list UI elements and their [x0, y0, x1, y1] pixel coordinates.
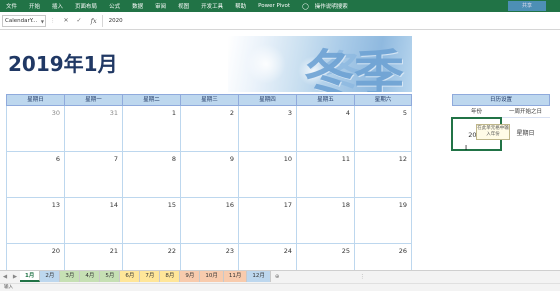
calendar-day-cell[interactable]: 30 — [6, 106, 64, 152]
weekday-header[interactable]: 星期五 — [296, 94, 354, 106]
formula-input[interactable]: 2020 — [101, 14, 560, 27]
weekday-header[interactable]: 星期六 — [354, 94, 412, 106]
sheet-tab-jun[interactable]: 6月 — [120, 271, 141, 282]
sheet-tab-aug[interactable]: 8月 — [160, 271, 181, 282]
sheet-tab-sep[interactable]: 9月 — [180, 271, 201, 282]
name-box[interactable]: CalendarY... ▼ — [2, 14, 46, 27]
ribbon-tab-bar: 文件 开始 插入 页面布局 公式 数据 审阅 视图 开发工具 帮助 Power … — [0, 0, 560, 12]
status-mode: 输入 — [4, 285, 13, 290]
lightbulb-icon: ◯ — [302, 2, 309, 10]
text-cursor-icon: I — [465, 144, 468, 152]
enter-icon[interactable]: ✓ — [77, 17, 82, 24]
sheet-tab-mar[interactable]: 3月 — [60, 271, 81, 282]
status-bar: 输入 — [0, 283, 560, 291]
ribbon-tab-insert[interactable]: 插入 — [46, 2, 69, 10]
ribbon-tab-page-layout[interactable]: 页面布局 — [69, 2, 103, 10]
calendar-week-row: 6 7 8 9 10 11 12 — [6, 152, 412, 198]
calendar-day-cell[interactable]: 17 — [238, 198, 296, 244]
calendar-day-cell[interactable]: 2 — [180, 106, 238, 152]
calendar-day-cell[interactable]: 16 — [180, 198, 238, 244]
weekday-header[interactable]: 星期二 — [122, 94, 180, 106]
sheet-tab-feb[interactable]: 2月 — [40, 271, 61, 282]
sheet-tab-jul[interactable]: 7月 — [140, 271, 161, 282]
calendar-day-cell[interactable]: 3 — [238, 106, 296, 152]
weekday-header[interactable]: 星期日 — [6, 94, 64, 106]
calendar-title: 2019年1月 — [8, 52, 118, 76]
calendar-week-row: 30 31 1 2 3 4 5 — [6, 106, 412, 152]
weekday-header[interactable]: 星期一 — [64, 94, 122, 106]
ribbon-tab-home[interactable]: 开始 — [23, 2, 46, 10]
sheet-tab-oct[interactable]: 10月 — [200, 271, 224, 282]
calendar-day-cell[interactable]: 14 — [64, 198, 122, 244]
ribbon-tab-power-pivot[interactable]: Power Pivot — [252, 3, 296, 9]
sheet-tab-jan[interactable]: 1月 — [20, 271, 41, 282]
chevron-down-icon[interactable]: ▼ — [41, 16, 44, 26]
prev-sheet-icon[interactable]: ◀ — [0, 271, 10, 283]
calendar-day-cell[interactable]: 8 — [122, 152, 180, 198]
calendar-day-cell[interactable]: 31 — [64, 106, 122, 152]
sheet-tab-bar: ◀ ▶ 1月 2月 3月 4月 5月 6月 7月 8月 9月 10月 11月 1… — [0, 270, 560, 283]
winter-banner-image: 冬 冬季 — [228, 36, 412, 92]
calendar-settings-panel: 日历设置 年份 一周开始之日 I 2020 星期日 — [451, 94, 550, 152]
year-label: 年份 — [452, 106, 501, 118]
calendar-day-cell[interactable]: 15 — [122, 198, 180, 244]
calendar-day-cell[interactable]: 11 — [296, 152, 354, 198]
ribbon-tab-formulas[interactable]: 公式 — [103, 2, 126, 10]
insert-function-icon[interactable]: fx — [91, 17, 97, 25]
settings-labels-row: 年份 一周开始之日 — [452, 106, 550, 118]
calendar-day-cell[interactable]: 9 — [180, 152, 238, 198]
calendar-day-cell[interactable]: 18 — [296, 198, 354, 244]
name-box-value: CalendarY... — [5, 17, 38, 24]
sheet-tab-dec[interactable]: 12月 — [247, 271, 271, 282]
calendar-day-cell[interactable]: 12 — [354, 152, 412, 198]
ribbon-tab-developer[interactable]: 开发工具 — [195, 2, 229, 10]
sheet-tab-may[interactable]: 5月 — [100, 271, 121, 282]
calendar-day-cell[interactable]: 13 — [6, 198, 64, 244]
calendar-day-cell[interactable]: 7 — [64, 152, 122, 198]
settings-title: 日历设置 — [452, 94, 550, 106]
ribbon-tab-data[interactable]: 数据 — [126, 2, 149, 10]
cancel-icon[interactable]: ✕ — [64, 17, 69, 24]
next-sheet-icon[interactable]: ▶ — [10, 271, 20, 283]
formula-bar: CalendarY... ▼ ⋮ ✕ ✓ fx 2020 — [0, 12, 560, 30]
share-button[interactable]: 共享 — [508, 1, 546, 11]
sheet-tab-apr[interactable]: 4月 — [80, 271, 101, 282]
ribbon-tab-review[interactable]: 审阅 — [149, 2, 172, 10]
tell-me-search[interactable]: 操作说明搜索 — [309, 2, 354, 10]
calendar-day-cell[interactable]: 1 — [122, 106, 180, 152]
ribbon-tab-file[interactable]: 文件 — [0, 2, 23, 10]
snow-decoration — [246, 44, 286, 84]
banner-text: 冬季 — [304, 45, 404, 92]
sheet-tab-nov[interactable]: 11月 — [223, 271, 248, 282]
week-start-label: 一周开始之日 — [501, 106, 550, 118]
calendar-day-cell[interactable]: 10 — [238, 152, 296, 198]
worksheet[interactable]: 2019年1月 冬 冬季 星期日 星期一 星期二 星期三 星期四 星期五 星期六… — [0, 30, 560, 290]
calendar-day-cell[interactable]: 4 — [296, 106, 354, 152]
weekday-header[interactable]: 星期三 — [180, 94, 238, 106]
calendar-day-cell[interactable]: 6 — [6, 152, 64, 198]
weekday-header-row: 星期日 星期一 星期二 星期三 星期四 星期五 星期六 — [6, 94, 412, 106]
ribbon-tab-help[interactable]: 帮助 — [229, 2, 252, 10]
input-message-tooltip: 在此单元格中输入年份 — [476, 124, 510, 140]
calendar-grid: 星期日 星期一 星期二 星期三 星期四 星期五 星期六 30 31 1 2 3 … — [6, 94, 412, 290]
ribbon-tab-view[interactable]: 视图 — [172, 2, 195, 10]
calendar-day-cell[interactable]: 19 — [354, 198, 412, 244]
weekday-header[interactable]: 星期四 — [238, 94, 296, 106]
calendar-day-cell[interactable]: 5 — [354, 106, 412, 152]
add-sheet-icon[interactable]: ⊕ — [275, 271, 280, 283]
more-options-icon[interactable]: ⋮ — [359, 271, 365, 283]
calendar-week-row: 13 14 15 16 17 18 19 — [6, 198, 412, 244]
formula-bar-divider: ⋮ — [50, 17, 56, 24]
